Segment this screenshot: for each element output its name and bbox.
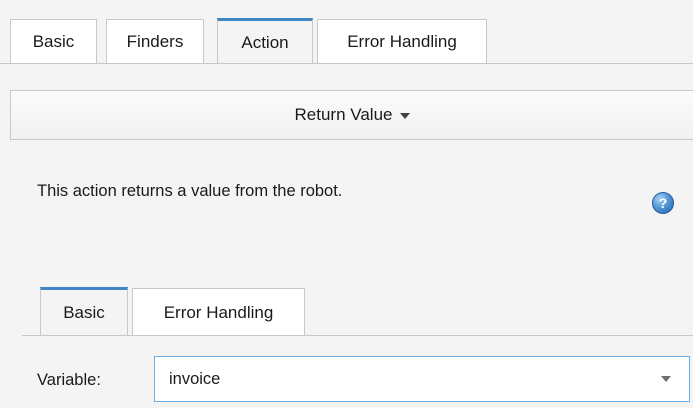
inner-tab-bar: Basic Error Handling (0, 282, 693, 336)
action-type-label: Return Value (294, 105, 393, 124)
tab-bar-divider (0, 63, 693, 64)
tab-basic[interactable]: Basic (10, 19, 97, 64)
inner-tab-basic[interactable]: Basic (40, 287, 128, 336)
inner-tab-error-handling[interactable]: Error Handling (132, 288, 305, 336)
tab-finders[interactable]: Finders (106, 19, 204, 64)
inner-tab-bar-divider (22, 335, 693, 336)
help-icon[interactable]: ? (652, 192, 674, 214)
chevron-down-icon (661, 376, 671, 382)
variable-select[interactable]: invoice (154, 356, 690, 402)
chevron-down-icon (400, 113, 411, 119)
action-type-dropdown[interactable]: Return Value (10, 90, 693, 140)
action-description: This action returns a value from the rob… (37, 182, 343, 200)
tab-error-handling[interactable]: Error Handling (317, 19, 487, 64)
tab-action[interactable]: Action (217, 18, 313, 64)
variable-select-value: invoice (169, 369, 221, 388)
variable-label: Variable: (37, 371, 101, 389)
top-tab-bar: Basic Finders Action Error Handling (0, 0, 693, 64)
